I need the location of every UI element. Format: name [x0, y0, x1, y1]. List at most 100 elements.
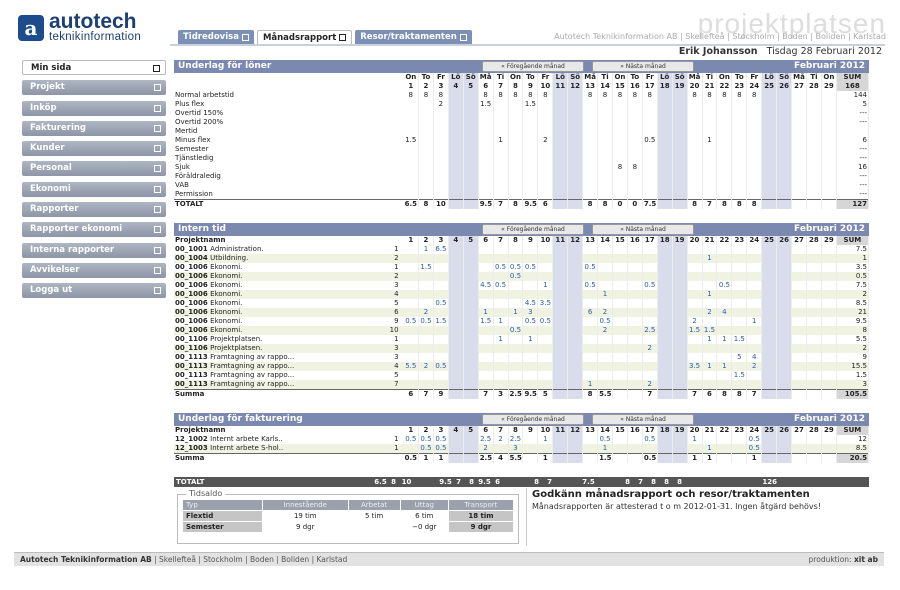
project-code[interactable]: 00_1004: [175, 254, 208, 262]
day-cell: 8: [731, 389, 748, 399]
project-code[interactable]: 00_1113: [175, 371, 208, 379]
project-code[interactable]: 00_1006: [175, 299, 208, 307]
day-cell: [582, 145, 599, 154]
sidebar-item-ekonomi[interactable]: Ekonomi: [22, 181, 166, 197]
day-cell: [567, 136, 584, 145]
day-cell: [552, 299, 569, 308]
prev-month-button[interactable]: « Föregående månad: [482, 61, 584, 72]
next-month-button[interactable]: » Nästa månad: [592, 61, 694, 72]
sidebar-item-personal[interactable]: Personal: [22, 161, 166, 177]
next-month-button[interactable]: » Nästa månad: [592, 414, 694, 425]
day-cell: [552, 308, 569, 317]
project-code[interactable]: 00_1006: [175, 308, 208, 316]
project-name[interactable]: 00_1106 Projektplatsen. 3: [174, 344, 404, 353]
day-cell: [731, 344, 748, 353]
project-name[interactable]: 00_1006 Ekonomi. 9: [174, 317, 404, 326]
day-cell: [493, 344, 509, 353]
day-cell: [448, 353, 464, 362]
project-name[interactable]: 00_1001 Administration. 1: [174, 245, 404, 254]
project-name[interactable]: 00_1004 Utbildning. 2: [174, 254, 404, 263]
day-cell: [746, 335, 763, 344]
sidebar-item-fakturering[interactable]: Fakturering: [22, 120, 166, 136]
sidebar-item-min-sida[interactable]: Min sida: [22, 60, 166, 75]
day-cell: [821, 272, 837, 281]
project-code[interactable]: 00_1113: [175, 380, 208, 388]
project-code[interactable]: 00_1113: [175, 353, 208, 361]
project-title: Ekonomi.: [210, 290, 243, 298]
project-name[interactable]: 00_1113 Framtagning av rappo... 7: [174, 380, 404, 390]
day-cell: [776, 317, 793, 326]
project-name[interactable]: 12_1002 Internt arbete Karls.. 1: [174, 435, 404, 444]
day-cell: [716, 127, 733, 136]
project-name[interactable]: 00_1006 Ekonomi. 4: [174, 290, 404, 299]
sidebar-item-interna-rapporter[interactable]: Interna rapporter: [22, 242, 166, 258]
project-code[interactable]: 00_1106: [175, 335, 208, 343]
total-bar-cell: 7: [456, 478, 461, 486]
day-cell: 0.5: [642, 453, 658, 463]
project-phase: 5: [394, 299, 399, 307]
project-code[interactable]: 00_1113: [175, 362, 208, 370]
day-cell: [642, 272, 658, 281]
project-code[interactable]: 00_1001: [175, 245, 208, 253]
day-number: 25: [761, 426, 778, 435]
project-code[interactable]: 00_1006: [175, 272, 208, 280]
sidebar-item-rapporter[interactable]: Rapporter: [22, 202, 166, 218]
day-cell: [552, 181, 569, 190]
project-name[interactable]: 00_1006 Ekonomi. 3: [174, 281, 404, 290]
project-name[interactable]: 00_1006 Ekonomi. 2: [174, 272, 404, 281]
project-name[interactable]: 00_1113 Framtagning av rappo... 5: [174, 371, 404, 380]
day-name: Lö: [552, 73, 569, 82]
project-name[interactable]: 00_1113 Framtagning av rappo... 3: [174, 353, 404, 362]
intern-title: Intern tid: [178, 224, 226, 234]
sidebar-item-kunder[interactable]: Kunder: [22, 141, 166, 157]
tab-tidredovisa[interactable]: Tidredovisa: [178, 30, 254, 44]
day-cell: 0.5: [597, 435, 613, 444]
day-cell: [567, 154, 584, 163]
day-number: 29: [821, 426, 837, 435]
next-month-button[interactable]: » Nästa månad: [592, 224, 694, 235]
project-name[interactable]: 00_1106 Projektplatsen. 1: [174, 335, 404, 344]
logo[interactable]: a autotech teknikinformation: [18, 11, 141, 43]
project-name[interactable]: 00_1006 Ekonomi. 1: [174, 263, 404, 272]
table-row: 00_1006 Ekonomi. 3 4.5 0.5 1 0.5 0.5 0.5 7.5: [174, 281, 870, 290]
project-code[interactable]: 12_1002: [175, 435, 208, 443]
project-code[interactable]: 00_1006: [175, 317, 208, 325]
project-code[interactable]: 00_1106: [175, 344, 208, 352]
project-code[interactable]: 00_1006: [175, 326, 208, 334]
sidebar-item-projekt[interactable]: Projekt: [22, 80, 166, 96]
day-cell: [672, 109, 688, 118]
day-cell: [493, 272, 509, 281]
project-code[interactable]: 00_1006: [175, 281, 208, 289]
project-name[interactable]: 00_1006 Ekonomi. 6: [174, 308, 404, 317]
sidebar-item-avvikelser[interactable]: Avvikelser: [22, 262, 166, 278]
prev-month-button[interactable]: « Föregående månad: [482, 224, 584, 235]
day-cell: [612, 362, 628, 371]
day-number: 1: [403, 426, 419, 435]
tab-resor[interactable]: Resor/traktamenten: [355, 30, 472, 44]
project-name[interactable]: 00_1006 Ekonomi. 5: [174, 299, 404, 308]
day-cell: [731, 118, 748, 127]
project-name[interactable]: 00_1006 Ekonomi. 10: [174, 326, 404, 335]
day-cell: [448, 317, 464, 326]
day-cell: [821, 109, 837, 118]
day-number: 22: [716, 426, 733, 435]
day-cell: [552, 245, 569, 254]
project-name[interactable]: 00_1113 Framtagning av rappo... 4: [174, 362, 404, 371]
day-cell: [627, 380, 643, 390]
project-name[interactable]: 12_1003 Internt arbete S-hol.. 1: [174, 444, 404, 454]
sidebar-item-logga-ut[interactable]: Logga ut: [22, 283, 166, 299]
day-cell: [612, 380, 628, 390]
tab-manadsrapport[interactable]: Månadsrapport: [256, 30, 353, 44]
day-cell: [642, 145, 658, 154]
day-cell: [433, 344, 449, 353]
day-number: 27: [791, 236, 807, 245]
footer-places[interactable]: | Skellefteå | Stockholm | Boden | Bolid…: [152, 555, 347, 564]
prev-month-button[interactable]: « Föregående månad: [482, 414, 584, 425]
project-code[interactable]: 00_1006: [175, 290, 208, 298]
project-code[interactable]: 12_1003: [175, 444, 208, 452]
intern-header: Intern tid « Föregående månad » Nästa måna…: [174, 223, 869, 236]
top-links[interactable]: Autotech Teknikinformation AB | Skelleft…: [554, 32, 886, 41]
sidebar-item-rapporter-ekonomi[interactable]: Rapporter ekonomi: [22, 222, 166, 238]
project-code[interactable]: 00_1006: [175, 263, 208, 271]
sidebar-item-inköp[interactable]: Inköp: [22, 100, 166, 116]
